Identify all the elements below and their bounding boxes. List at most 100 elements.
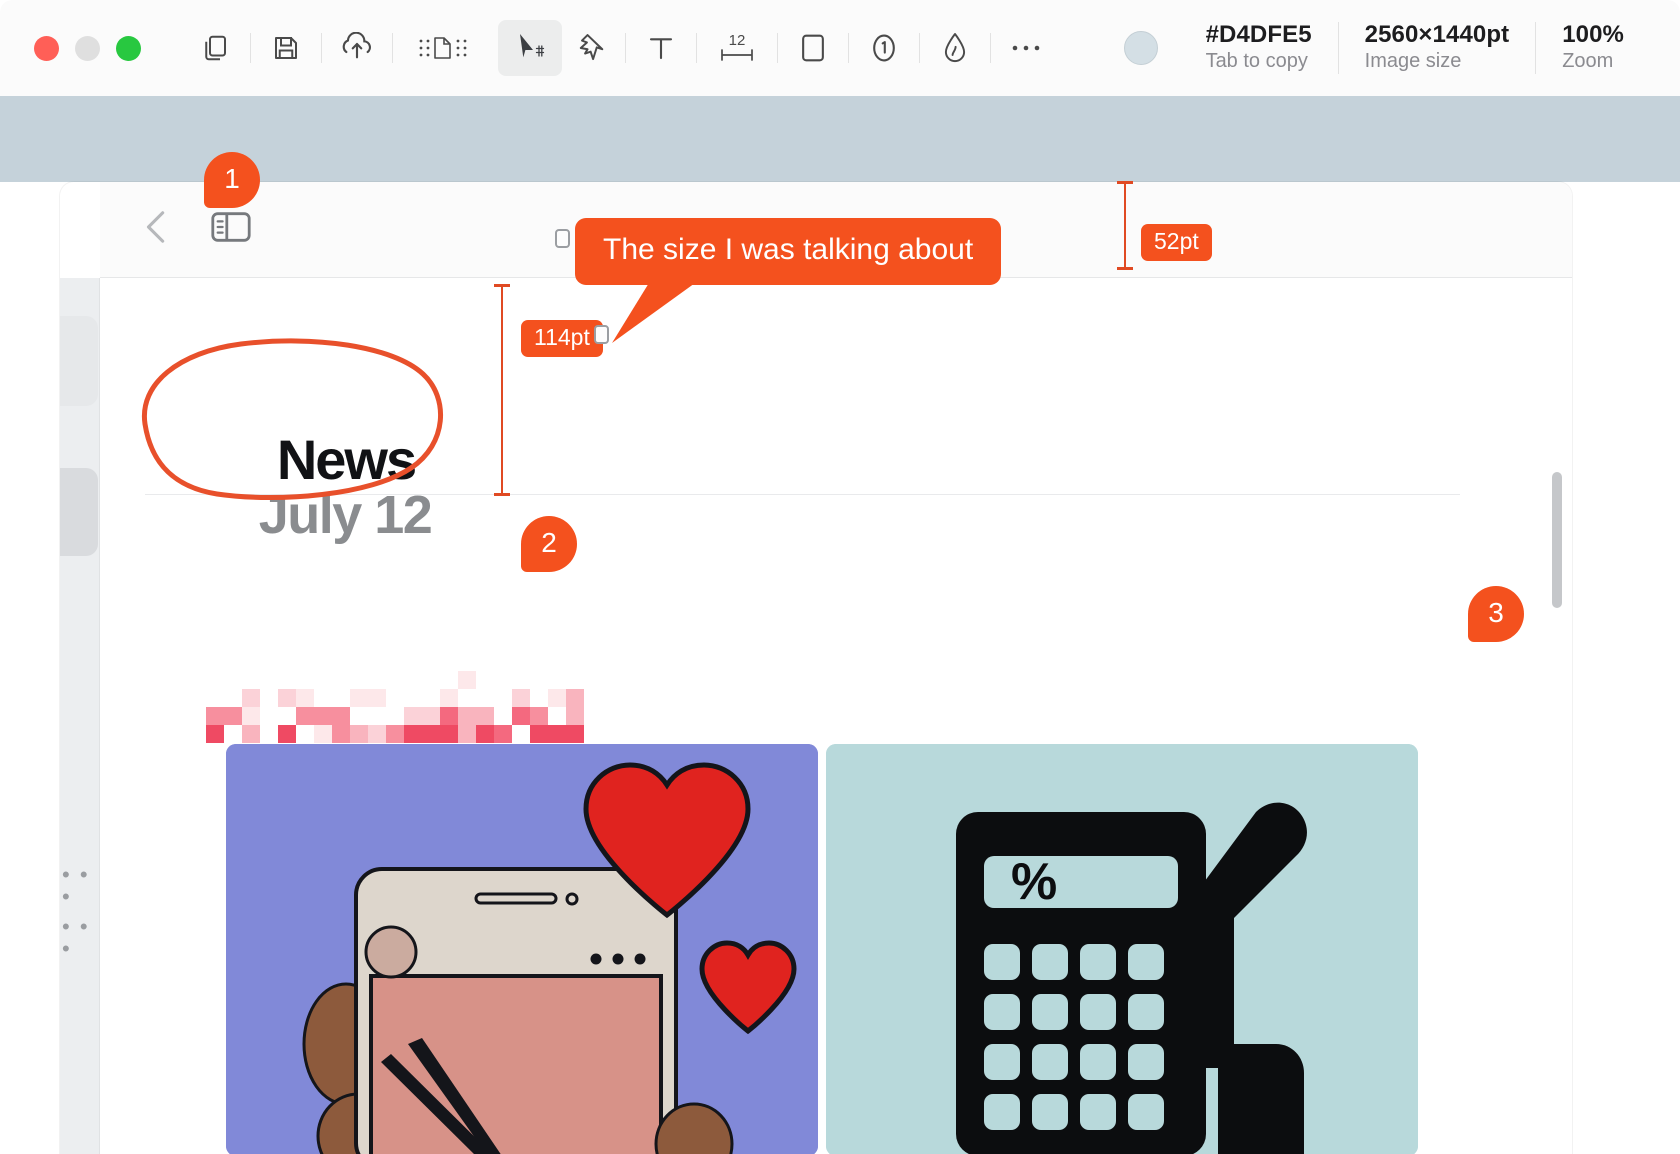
toolbar-separator bbox=[250, 33, 251, 63]
save-icon bbox=[271, 33, 301, 63]
desktop-background-band bbox=[0, 96, 1680, 182]
toolbar-separator bbox=[990, 33, 991, 63]
pixelate-cell bbox=[278, 689, 296, 707]
pixelate-cell bbox=[314, 689, 332, 707]
pixelate-cell bbox=[548, 689, 566, 707]
zoom-readout[interactable]: 100% Zoom bbox=[1536, 22, 1650, 74]
crop-page-icon bbox=[415, 32, 471, 64]
pixelate-cell bbox=[404, 725, 422, 743]
measure-tool-button[interactable]: 12 bbox=[704, 22, 770, 74]
pixelate-cell bbox=[476, 725, 494, 743]
pixelate-cell bbox=[296, 689, 314, 707]
pixelate-cell bbox=[224, 707, 242, 725]
image-size-caption: Image size bbox=[1365, 49, 1510, 74]
close-window-button[interactable] bbox=[34, 36, 59, 61]
color-hex-caption: Tab to copy bbox=[1206, 49, 1312, 74]
blur-tool-button[interactable] bbox=[927, 22, 983, 74]
droplet-blur-icon bbox=[941, 31, 969, 65]
upload-tool-button[interactable] bbox=[329, 22, 385, 74]
cursor-arrow-icon bbox=[511, 31, 549, 65]
captured-content-area: News July 12 bbox=[100, 278, 1572, 1154]
pixelate-cell bbox=[512, 707, 530, 725]
pixelate-cell bbox=[332, 707, 350, 725]
sidebar-toggle-icon[interactable] bbox=[210, 210, 252, 249]
chevron-left-icon[interactable] bbox=[140, 207, 174, 252]
toolbar-separator bbox=[625, 33, 626, 63]
pixelate-cell bbox=[314, 707, 332, 725]
pixelate-cell bbox=[314, 725, 332, 743]
pixelate-cell bbox=[206, 725, 224, 743]
toolbar-separator bbox=[392, 33, 393, 63]
sidebar-overflow-2: • • • bbox=[62, 916, 99, 960]
apple-news-logo: News July 12 bbox=[210, 433, 480, 541]
save-tool-button[interactable] bbox=[258, 22, 314, 74]
color-readout[interactable]: #D4DFE5 Tab to copy bbox=[1180, 22, 1338, 74]
pixelate-cell bbox=[566, 689, 584, 707]
pixelate-cell bbox=[440, 725, 458, 743]
pixelate-cell bbox=[566, 725, 584, 743]
pixelate-cell bbox=[530, 707, 548, 725]
scrollbar-thumb[interactable] bbox=[1552, 472, 1562, 608]
pixelate-cell bbox=[440, 689, 458, 707]
pixelate-cell bbox=[512, 725, 530, 743]
rectangle-icon bbox=[799, 32, 827, 64]
minimize-window-button[interactable] bbox=[75, 36, 100, 61]
sidebar-overflow-1: • • • bbox=[62, 864, 99, 908]
pixelate-cell bbox=[242, 707, 260, 725]
toolbar-separator bbox=[777, 33, 778, 63]
logo-brand-row: News bbox=[210, 433, 480, 486]
scrollbar[interactable] bbox=[1550, 472, 1564, 1154]
color-hex-value: #D4DFE5 bbox=[1206, 22, 1312, 49]
upload-icon bbox=[341, 32, 373, 64]
toolbar-separator bbox=[919, 33, 920, 63]
captured-sidebar: • • • • • • bbox=[60, 278, 100, 1154]
pixelate-cell bbox=[494, 707, 512, 725]
pixelate-cell bbox=[296, 725, 314, 743]
shape-tool-button[interactable] bbox=[785, 22, 841, 74]
pixelate-cell bbox=[350, 671, 368, 689]
pixelate-cell bbox=[260, 671, 278, 689]
pixelate-cell bbox=[440, 707, 458, 725]
more-tools-button[interactable] bbox=[998, 22, 1054, 74]
pixelate-cell bbox=[404, 707, 422, 725]
pointer-tool-button[interactable] bbox=[562, 22, 618, 74]
pixelate-cell bbox=[458, 671, 476, 689]
step-badge-tool-button[interactable] bbox=[856, 22, 912, 74]
list-item[interactable] bbox=[226, 744, 818, 1154]
zoom-value: 100% bbox=[1562, 22, 1624, 49]
pixelate-cell bbox=[458, 707, 476, 725]
pixelate-cell bbox=[476, 707, 494, 725]
pixelate-cell bbox=[566, 707, 584, 725]
pixelate-cell bbox=[242, 689, 260, 707]
pixelate-cell bbox=[422, 689, 440, 707]
captured-screenshot[interactable]: • • • • • • bbox=[60, 182, 1572, 1154]
color-swatch-icon[interactable] bbox=[1124, 31, 1158, 65]
calculator-illustration: % bbox=[826, 744, 1418, 1154]
window-controls bbox=[34, 36, 141, 61]
pixelate-cell bbox=[386, 725, 404, 743]
svg-text:12: 12 bbox=[729, 32, 746, 49]
pixelate-cell bbox=[260, 725, 278, 743]
zoom-window-button[interactable] bbox=[116, 36, 141, 61]
measure-12-icon: 12 bbox=[716, 30, 758, 66]
captured-nav-bar bbox=[100, 182, 1572, 278]
crop-tool-button[interactable] bbox=[400, 22, 486, 74]
pixelate-cell bbox=[458, 725, 476, 743]
pixelate-cell bbox=[476, 671, 494, 689]
pixelate-cell bbox=[548, 725, 566, 743]
tool-group: 12 bbox=[187, 20, 1054, 76]
toolbar-info-cluster: #D4DFE5 Tab to copy 2560×1440pt Image si… bbox=[1124, 22, 1680, 74]
pixelate-cell bbox=[494, 725, 512, 743]
pixelate-cell bbox=[296, 707, 314, 725]
list-item[interactable]: % bbox=[826, 744, 1418, 1154]
select-tool-button[interactable] bbox=[498, 20, 562, 76]
logo-date-text: July 12 bbox=[210, 490, 480, 541]
pixelate-cell bbox=[260, 689, 278, 707]
pixelate-cell bbox=[368, 725, 386, 743]
text-tool-button[interactable] bbox=[633, 22, 689, 74]
numbered-step-icon bbox=[868, 31, 900, 65]
text-icon bbox=[646, 33, 676, 63]
image-size-readout: 2560×1440pt Image size bbox=[1339, 22, 1536, 74]
logo-brand-text: News bbox=[277, 433, 415, 486]
copy-tool-button[interactable] bbox=[187, 22, 243, 74]
